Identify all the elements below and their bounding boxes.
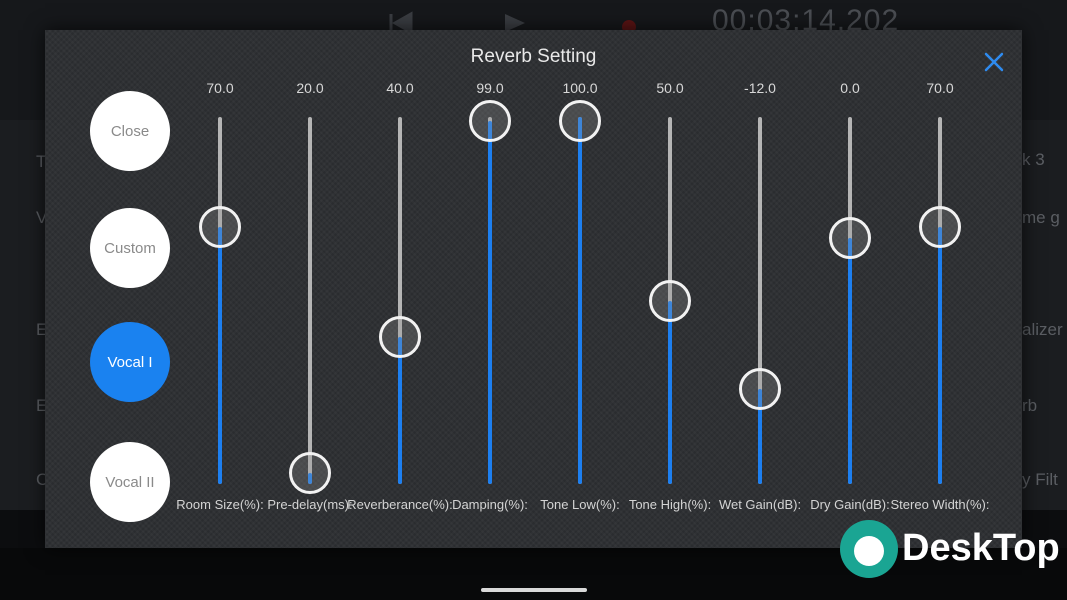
slider-thumb[interactable] [469, 100, 511, 142]
slider-reverberance: 40.0 Reverberance(%): [347, 30, 453, 548]
slider-value: 0.0 [840, 80, 860, 96]
preset-label: Vocal II [105, 473, 155, 491]
slider-room-size: 70.0 Room Size(%): [175, 30, 265, 548]
watermark: DeskTop [840, 518, 1060, 582]
slider-value: 40.0 [386, 80, 414, 96]
reverb-setting-dialog: Reverb Setting Close Custom Vocal I Voca… [45, 30, 1022, 548]
slider-stereo-width: 70.0 Stereo Width(%): [891, 30, 990, 548]
slider-pre-delay: 20.0 Pre-delay(ms): [265, 30, 355, 548]
slider-track[interactable] [289, 117, 331, 494]
slider-track[interactable] [829, 117, 871, 484]
slider-thumb[interactable] [739, 367, 781, 410]
slider-fill [218, 227, 222, 484]
slider-value: -12.0 [744, 80, 776, 96]
slider-label: Stereo Width(%): [890, 497, 990, 512]
slider-track[interactable] [199, 117, 241, 484]
slider-value: 99.0 [476, 80, 504, 96]
slider-track[interactable] [559, 100, 601, 484]
slider-thumb[interactable] [289, 451, 331, 494]
background-right-item: alizer [1022, 320, 1063, 339]
preset-label: Vocal I [107, 353, 153, 371]
preset-custom-button[interactable]: Custom [90, 208, 170, 288]
background-left-panel [0, 120, 45, 510]
slider-fill [488, 120, 492, 484]
slider-value: 70.0 [926, 80, 954, 96]
slider-thumb[interactable] [829, 217, 871, 260]
slider-thumb[interactable] [649, 279, 691, 322]
slider-thumb[interactable] [559, 100, 601, 142]
slider-thumb[interactable] [199, 206, 241, 249]
slider-fill [668, 300, 672, 484]
preset-vocal-ii-button[interactable]: Vocal II [90, 442, 170, 522]
home-indicator[interactable] [481, 588, 587, 592]
watermark-logo-icon [840, 520, 898, 578]
background-right-item: rb [1022, 396, 1038, 415]
background-right-item: me g [1022, 208, 1060, 227]
slider-wet-gain: -12.0 Wet Gain(dB): [715, 30, 805, 548]
slider-damping: 99.0 Damping(%): [445, 30, 535, 548]
preset-label: Close [110, 122, 150, 140]
slider-value: 50.0 [656, 80, 684, 96]
slider-fill [578, 117, 582, 484]
background-right-panel [1022, 120, 1067, 510]
preset-label: Custom [104, 239, 156, 257]
slider-fill [398, 337, 402, 484]
slider-tone-low: 100.0 Tone Low(%): [535, 30, 625, 548]
watermark-text: DeskTop [902, 527, 1060, 569]
slider-track[interactable] [379, 117, 421, 484]
background-right-item: y Filt [1022, 470, 1058, 489]
slider-value: 20.0 [296, 80, 324, 96]
slider-track[interactable] [469, 100, 511, 484]
slider-fill [938, 227, 942, 484]
slider-value: 70.0 [206, 80, 234, 96]
preset-vocal-i-button[interactable]: Vocal I [90, 322, 170, 402]
slider-thumb[interactable] [379, 316, 421, 359]
background-right-item: k 3 [1022, 150, 1045, 169]
slider-value: 100.0 [562, 80, 598, 96]
slider-track[interactable] [919, 117, 961, 484]
slider-fill [848, 238, 852, 484]
slider-track[interactable] [649, 117, 691, 484]
slider-dry-gain: 0.0 Dry Gain(dB): [805, 30, 895, 548]
slider-track[interactable] [739, 117, 781, 484]
preset-close-button[interactable]: Close [90, 91, 170, 171]
slider-thumb[interactable] [919, 206, 961, 249]
slider-tone-high: 50.0 Tone High(%): [625, 30, 715, 548]
watermark-logo-inner [854, 536, 884, 566]
close-x-icon[interactable] [982, 50, 1006, 74]
